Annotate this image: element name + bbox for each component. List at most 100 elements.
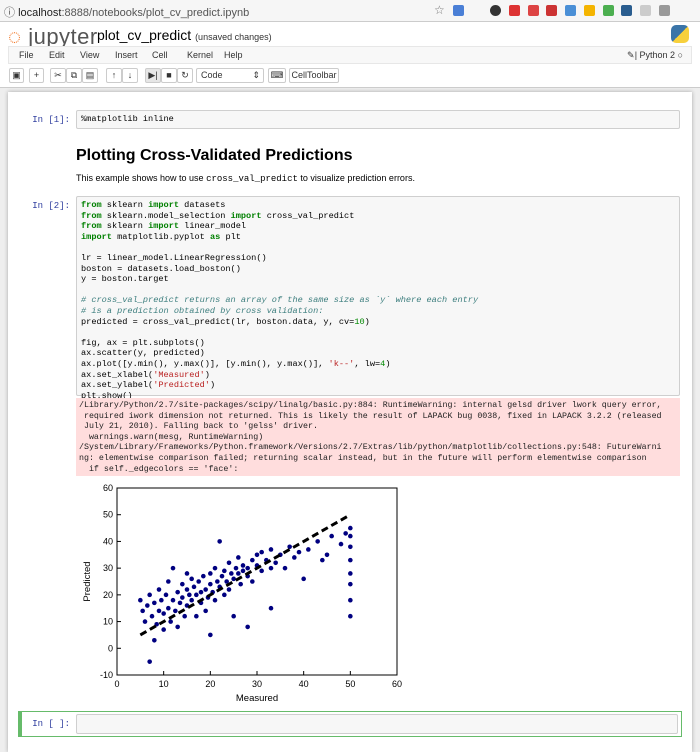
menu-insert[interactable]: Insert: [115, 50, 138, 60]
cell-prompt: In [1]:: [32, 115, 70, 125]
data-point: [184, 571, 190, 576]
data-point: [175, 589, 180, 595]
extension-icon[interactable]: [453, 5, 464, 16]
stop-icon[interactable]: ■: [161, 68, 177, 83]
extension-icon[interactable]: [659, 5, 670, 16]
url-path: :8888/notebooks/plot_cv_predict.ipynb: [61, 7, 250, 19]
extension-icon[interactable]: [528, 5, 539, 16]
notebook-title[interactable]: plot_cv_predict (unsaved changes): [97, 27, 272, 43]
y-tick-label: 0: [108, 643, 113, 653]
insert-cell-icon[interactable]: +: [29, 68, 44, 83]
x-tick-label: 40: [299, 679, 309, 689]
restart-icon[interactable]: ↻: [177, 68, 193, 83]
data-point: [222, 592, 227, 598]
data-point: [254, 552, 260, 558]
keyboard-icon[interactable]: ⌨: [268, 68, 286, 83]
y-tick-label: 20: [103, 590, 113, 600]
y-tick-label: 10: [103, 617, 113, 627]
data-point: [348, 571, 353, 576]
cut-icon[interactable]: ✂: [50, 68, 66, 83]
x-tick-label: 60: [392, 679, 402, 689]
data-point: [215, 579, 220, 584]
data-point: [147, 592, 152, 598]
data-point: [273, 560, 278, 566]
data-point: [189, 576, 194, 582]
data-point: [268, 547, 274, 552]
kernel-indicator: | Python 2 ○: [634, 50, 683, 60]
copy-icon[interactable]: ⧉: [66, 68, 82, 83]
bookmark-star-icon[interactable]: ☆: [434, 3, 445, 17]
move-up-icon[interactable]: ↑: [106, 68, 122, 83]
data-point: [348, 597, 353, 603]
data-point: [159, 597, 164, 603]
data-point: [212, 565, 218, 571]
extension-icon[interactable]: [546, 5, 557, 16]
run-icon[interactable]: ▶|: [145, 68, 161, 83]
data-point: [315, 539, 320, 544]
url-field[interactable]: ⓘ localhost:8888/notebooks/plot_cv_predi…: [4, 4, 249, 20]
extension-icon[interactable]: [603, 5, 614, 16]
data-point: [161, 611, 166, 616]
data-point: [348, 533, 353, 539]
data-point: [236, 571, 241, 576]
data-point: [268, 565, 274, 571]
edit-pencil-icon[interactable]: ✎: [627, 50, 635, 61]
scatter-plot: 0 10 20 30 40 50 60-100102030405060MeasuredPre…: [82, 483, 402, 704]
x-tick-label: 20: [205, 679, 215, 689]
extension-icon[interactable]: [640, 5, 651, 16]
data-point: [191, 584, 197, 590]
data-point: [168, 619, 173, 624]
code-cell-input-empty[interactable]: [76, 714, 678, 734]
data-point: [329, 533, 334, 539]
cell-prompt: In [2]:: [32, 201, 70, 211]
menu-help[interactable]: Help: [224, 50, 243, 60]
move-down-icon[interactable]: ↓: [122, 68, 138, 83]
extension-icon[interactable]: [565, 5, 576, 16]
data-point: [203, 587, 208, 592]
data-point: [152, 600, 157, 606]
x-tick-label: 0: [114, 679, 119, 689]
data-point: [226, 587, 232, 592]
data-point: [175, 624, 180, 630]
cell-type-select[interactable]: Code ⇕: [196, 68, 264, 83]
data-point: [142, 619, 148, 624]
save-icon[interactable]: ▣: [9, 68, 24, 83]
x-tick-label: 50: [345, 679, 355, 689]
data-point: [268, 605, 274, 611]
extension-icon[interactable]: [621, 5, 632, 16]
data-point: [194, 592, 199, 598]
menu-view[interactable]: View: [80, 50, 99, 60]
data-point: [147, 659, 152, 664]
paste-icon[interactable]: ▤: [82, 68, 98, 83]
data-point: [219, 573, 225, 579]
extension-icon[interactable]: [509, 5, 520, 16]
data-point: [170, 565, 176, 571]
menu-kernel[interactable]: Kernel: [187, 50, 213, 60]
extension-icon[interactable]: [490, 5, 501, 16]
data-point: [180, 581, 185, 587]
data-point: [236, 555, 241, 560]
x-tick-label: 10: [159, 679, 169, 689]
data-point: [182, 613, 187, 619]
data-point: [343, 531, 348, 536]
menu-file[interactable]: File: [19, 50, 34, 60]
data-point: [149, 613, 155, 619]
data-point: [231, 613, 236, 619]
celltoolbar-button[interactable]: CellToolbar: [289, 68, 339, 83]
data-point: [348, 581, 353, 587]
data-point: [187, 592, 192, 598]
menu-bar: File Edit View Insert Cell Kernel Help ✎…: [8, 46, 692, 64]
data-point: [152, 637, 157, 643]
code-cell-input[interactable]: %matplotlib inline: [76, 110, 680, 129]
data-point: [201, 573, 206, 579]
data-point: [145, 603, 150, 608]
data-point: [156, 587, 162, 592]
menu-cell[interactable]: Cell: [152, 50, 168, 60]
data-point: [348, 525, 353, 531]
data-point: [170, 597, 176, 603]
code-cell-input[interactable]: from sklearn import datasets from sklear…: [76, 196, 680, 401]
menu-edit[interactable]: Edit: [49, 50, 65, 60]
data-point: [282, 565, 288, 571]
data-point: [180, 595, 185, 600]
extension-icon[interactable]: [584, 5, 595, 16]
